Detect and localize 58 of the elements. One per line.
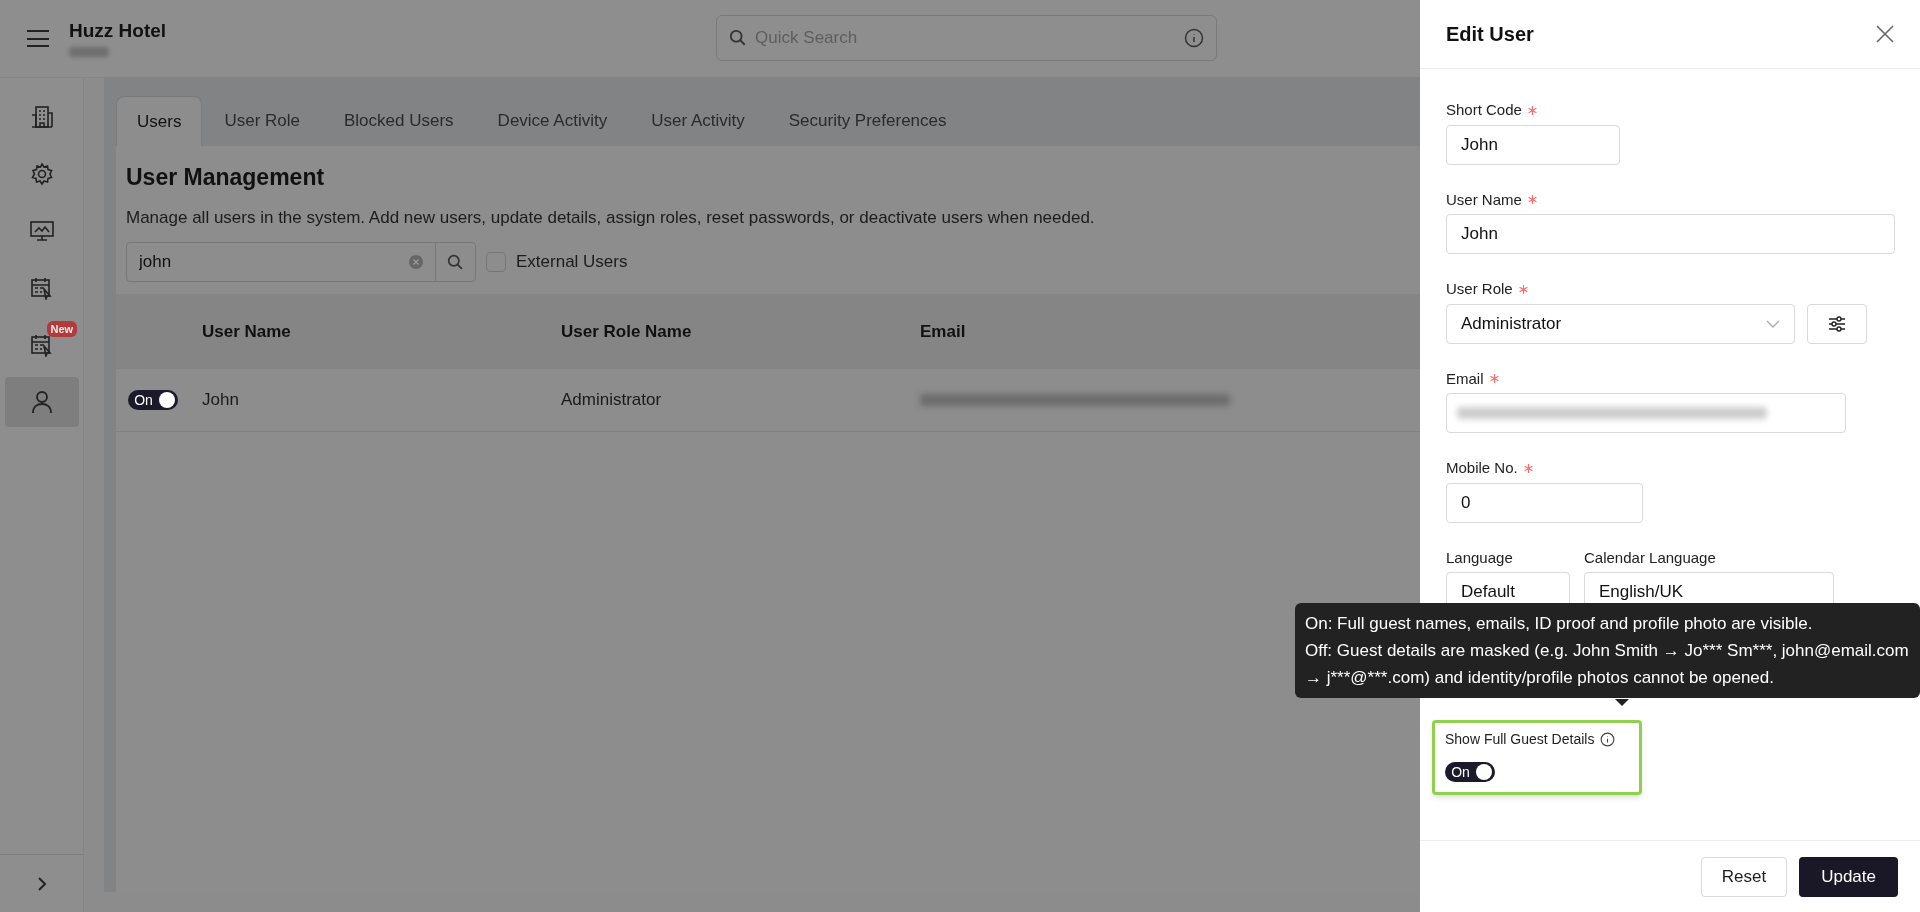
tab[interactable]: Users (116, 96, 203, 146)
field-label: Email (1446, 368, 1484, 389)
tab[interactable]: User Activity (629, 96, 767, 146)
user-icon (30, 390, 53, 414)
page-description: Manage all users in the system. Add new users, update details, assign roles, reset passwords, or deactivate users when needed. (126, 206, 1096, 229)
role-select[interactable]: Administrator (1446, 303, 1795, 344)
search-icon (447, 253, 464, 271)
field-label: Language (1446, 547, 1513, 568)
table-cell-text: Administrator (561, 389, 662, 412)
reset-button[interactable]: Reset (1700, 856, 1788, 897)
field-label: Short Code (1446, 100, 1522, 120)
building-icon (30, 105, 53, 129)
checkbox-label: External Users (516, 251, 628, 274)
menu-icon[interactable] (27, 30, 49, 47)
blurred-subtitle (69, 47, 109, 57)
search-icon (729, 29, 748, 47)
field-label: Mobile No. (1446, 458, 1518, 478)
input-field[interactable]: 0 (1446, 482, 1643, 523)
guest-details-toggle[interactable]: On (1445, 762, 1495, 782)
page-title: User Management (126, 163, 326, 192)
info-icon[interactable] (1184, 28, 1205, 48)
close-icon[interactable] (1876, 25, 1894, 43)
user-search-input[interactable]: john (127, 249, 409, 275)
settings-icon (29, 162, 54, 186)
input-field[interactable]: John (1446, 124, 1620, 165)
input-field[interactable]: John (1446, 214, 1895, 254)
field-label: Show Full Guest Details (1445, 730, 1595, 749)
calendar-icon (29, 276, 54, 300)
new-badge: New (46, 321, 78, 337)
column-header: User Name (202, 320, 291, 343)
monitor-icon (29, 220, 54, 242)
info-icon[interactable] (1600, 732, 1616, 747)
tab[interactable]: User Role (202, 96, 322, 146)
status-toggle[interactable]: On (128, 390, 178, 410)
sidebar-item[interactable] (4, 377, 79, 427)
field-label: User Name (1446, 189, 1522, 210)
field-label: Calendar Language (1584, 547, 1716, 568)
tab[interactable]: Device Activity (475, 96, 630, 146)
sidebar-item[interactable]: New (4, 320, 79, 370)
tab[interactable]: Security Preferences (766, 96, 969, 146)
column-header: Email (920, 320, 966, 343)
user-search-field[interactable]: john (126, 242, 476, 282)
update-button[interactable]: Update (1799, 856, 1898, 897)
chevron-down-icon (1766, 319, 1780, 328)
field-label: User Role (1446, 279, 1513, 299)
email-field[interactable] (1446, 393, 1846, 433)
column-header: User Role Name (561, 320, 692, 343)
clear-icon[interactable] (409, 255, 423, 269)
filter-settings-button[interactable] (1807, 303, 1867, 344)
tab[interactable]: Blocked Users (322, 96, 476, 146)
expand-chevron-icon[interactable] (35, 875, 48, 892)
hotel-name: Huzz Hotel (69, 19, 167, 43)
sliders-icon (1828, 315, 1846, 332)
tooltip-pointer (1615, 699, 1629, 706)
table-cell-text: John (202, 389, 239, 412)
drawer-title: Edit User (1446, 22, 1534, 47)
calendar-icon (29, 333, 54, 357)
tooltip: On: Full guest names, emails, ID proof and profile photo are visible. Off: Guest details are masked (e.g. John Smith → Jo*** Sm***, john@email.com → j***@***.com) and identity/profile photos cannot be opened. (1295, 603, 1920, 698)
